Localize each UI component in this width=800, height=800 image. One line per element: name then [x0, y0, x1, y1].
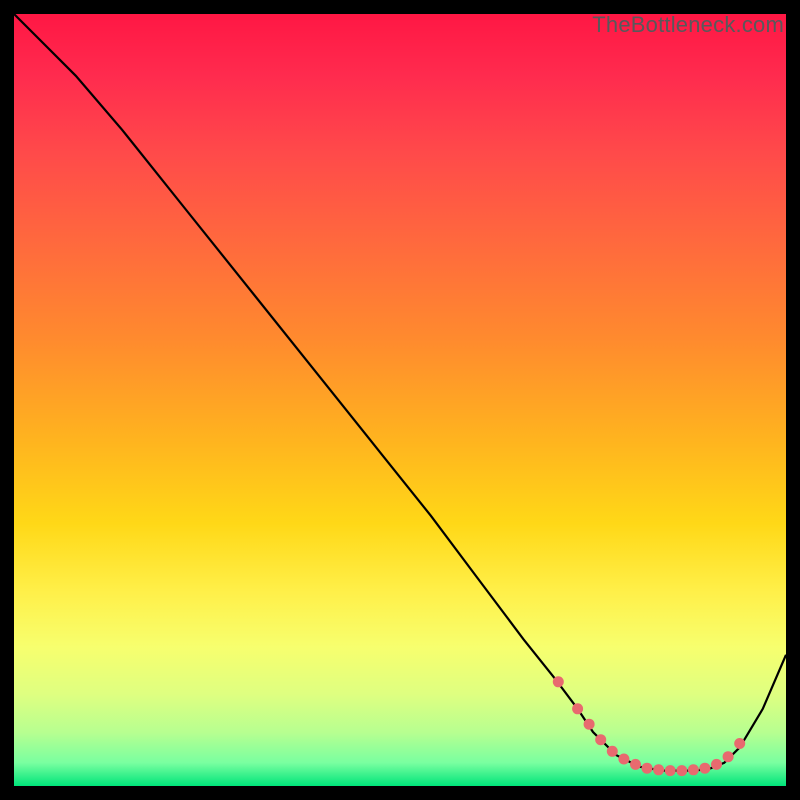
marker-dot: [595, 734, 606, 745]
marker-dot: [642, 763, 653, 774]
marker-dot: [699, 763, 710, 774]
marker-dot: [553, 676, 564, 687]
marker-dot: [607, 746, 618, 757]
marker-dot: [711, 759, 722, 770]
plot-area: TheBottleneck.com: [14, 14, 786, 786]
marker-dot: [723, 751, 734, 762]
marker-dot: [572, 703, 583, 714]
marker-dot: [734, 738, 745, 749]
curve-layer: [14, 14, 786, 786]
marker-dot: [618, 754, 629, 765]
marker-dot: [665, 765, 676, 776]
marker-dot: [688, 764, 699, 775]
marker-dot: [676, 765, 687, 776]
marker-dot: [584, 719, 595, 730]
marker-dot: [630, 759, 641, 770]
marker-dot: [653, 764, 664, 775]
bottleneck-curve: [14, 14, 786, 771]
chart-frame: TheBottleneck.com: [14, 14, 786, 786]
